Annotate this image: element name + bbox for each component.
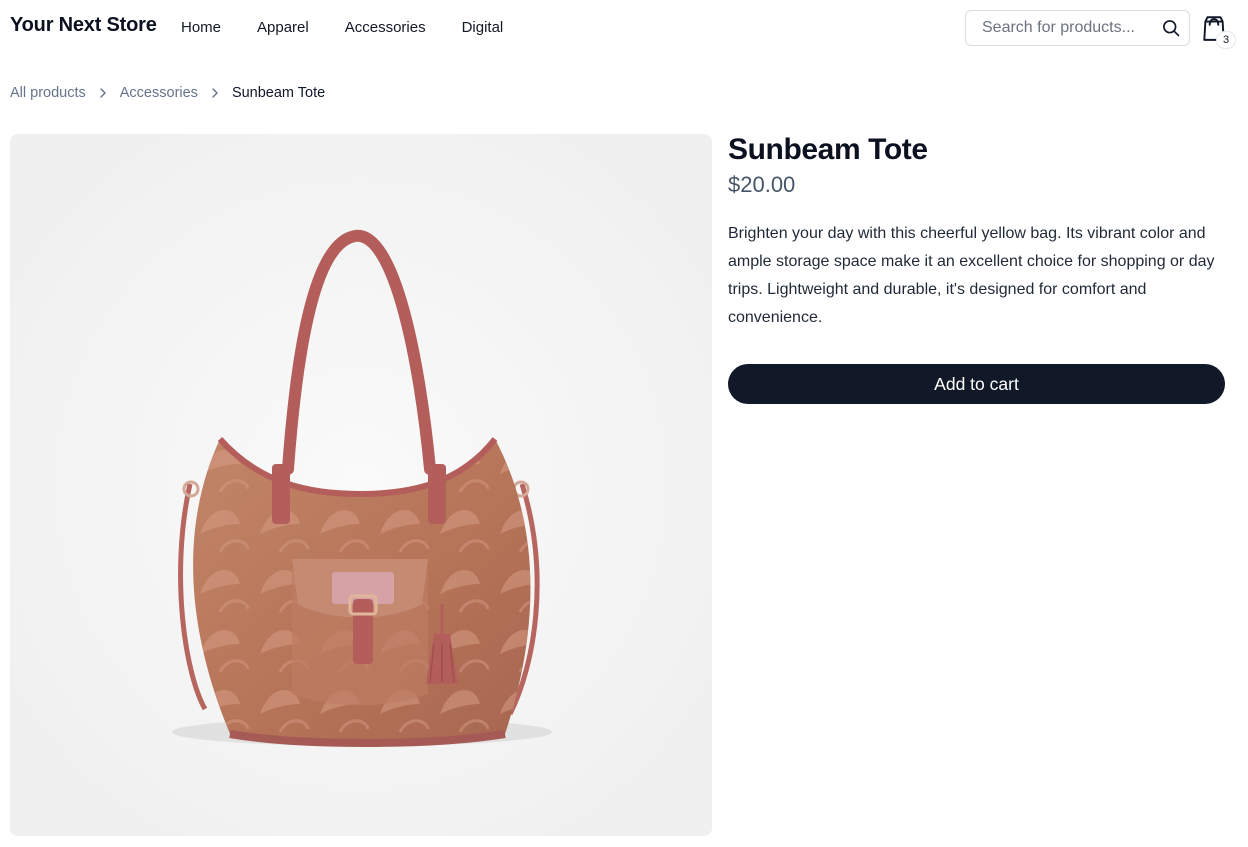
nav-item-accessories[interactable]: Accessories bbox=[345, 19, 426, 36]
product-info: Sunbeam Tote $20.00 Brighten your day wi… bbox=[728, 132, 1225, 404]
cart-button[interactable]: 3 bbox=[1201, 14, 1237, 50]
site-header: Your Next Store Home Apparel Accessories… bbox=[0, 0, 1248, 56]
breadcrumb-accessories[interactable]: Accessories bbox=[120, 85, 198, 101]
main-nav: Home Apparel Accessories Digital bbox=[181, 19, 539, 36]
product-title: Sunbeam Tote bbox=[728, 133, 928, 166]
breadcrumb-current: Sunbeam Tote bbox=[231, 85, 326, 101]
search-box bbox=[965, 10, 1190, 46]
breadcrumb-all-products[interactable]: All products bbox=[10, 85, 86, 101]
breadcrumb: All products Accessories Sunbeam Tote bbox=[10, 85, 325, 101]
product-description: Brighten your day with this cheerful yel… bbox=[728, 225, 1215, 326]
search-icon[interactable] bbox=[1161, 18, 1181, 38]
nav-item-home[interactable]: Home bbox=[181, 19, 221, 36]
store-logo[interactable]: Your Next Store bbox=[10, 14, 157, 37]
chevron-right-icon bbox=[198, 87, 232, 99]
add-to-cart-button[interactable]: Add to cart bbox=[728, 364, 1225, 404]
tote-bag-photo bbox=[10, 134, 712, 836]
nav-item-apparel[interactable]: Apparel bbox=[257, 19, 309, 36]
product-image bbox=[10, 134, 712, 836]
product-price: $20.00 bbox=[728, 172, 796, 197]
chevron-right-icon bbox=[86, 87, 120, 99]
search-input[interactable] bbox=[982, 19, 1162, 37]
nav-item-digital[interactable]: Digital bbox=[462, 19, 504, 36]
cart-count-badge: 3 bbox=[1216, 31, 1236, 49]
